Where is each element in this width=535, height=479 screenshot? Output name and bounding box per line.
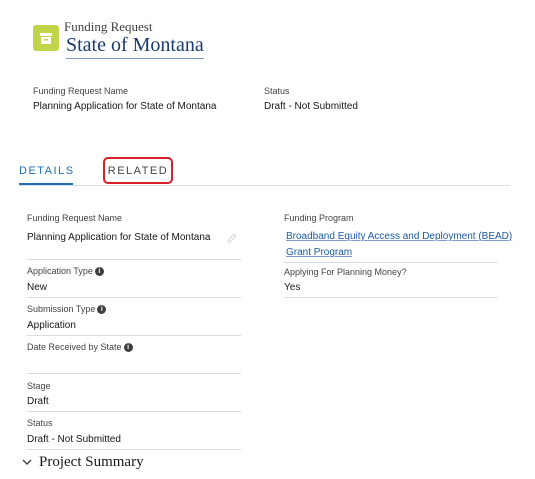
record-title: State of Montana — [66, 34, 204, 59]
field-divider — [27, 449, 241, 450]
folder-record-icon — [33, 25, 59, 51]
section-toggle-project-summary[interactable]: Project Summary — [22, 454, 144, 471]
highlight-name-value: Planning Application for State of Montan… — [33, 101, 217, 112]
field-label-application-type: Application Type i — [27, 266, 104, 276]
field-label-submission-type: Submission Type i — [27, 304, 107, 314]
chevron-down-icon — [22, 454, 32, 471]
field-value-funding-request-name: Planning Application for State of Montan… — [27, 232, 211, 243]
tab-related[interactable]: RELATED — [103, 157, 173, 184]
field-label-date-received: Date Received by State i — [27, 342, 133, 352]
highlight-status-label: Status — [264, 86, 290, 96]
field-value-application-type: New — [27, 282, 48, 293]
object-label: Funding Request — [64, 19, 153, 34]
field-value-stage: Draft — [27, 396, 49, 407]
field-label-stage: Stage — [27, 381, 51, 391]
info-icon[interactable]: i — [94, 266, 104, 276]
field-divider — [284, 262, 498, 263]
info-icon[interactable]: i — [123, 342, 133, 352]
field-divider — [284, 297, 498, 298]
info-icon[interactable]: i — [97, 304, 107, 314]
field-value-funding-program-link[interactable]: Broadband Equity Access and Deployment (… — [286, 229, 512, 261]
field-value-applying-planning-money: Yes — [284, 282, 301, 293]
tab-related-label: RELATED — [107, 164, 169, 177]
field-divider — [27, 411, 241, 412]
section-title: Project Summary — [39, 454, 144, 470]
highlight-status-value: Draft - Not Submitted — [264, 101, 358, 112]
field-label-status: Status — [27, 418, 53, 428]
tabs-divider — [19, 185, 510, 186]
highlight-name-label: Funding Request Name — [33, 86, 129, 96]
field-value-status: Draft - Not Submitted — [27, 434, 121, 445]
field-label-funding-request-name: Funding Request Name — [27, 213, 123, 223]
tab-details[interactable]: DETAILS — [19, 165, 75, 177]
field-value-submission-type: Application — [27, 320, 76, 331]
field-divider — [27, 335, 241, 336]
field-label-funding-program: Funding Program — [284, 213, 354, 223]
field-divider — [27, 297, 241, 298]
edit-pencil-icon[interactable] — [226, 231, 238, 249]
field-label-applying-planning-money: Applying For Planning Money? — [284, 267, 407, 277]
field-divider — [27, 259, 241, 260]
field-divider — [27, 373, 241, 374]
